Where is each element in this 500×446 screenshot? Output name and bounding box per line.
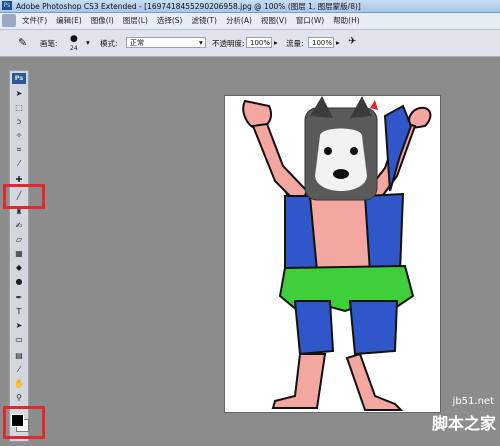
mode-label: 模式: [100, 39, 118, 48]
gradient-tool-icon[interactable]: ▦ [13, 249, 25, 259]
hand-tool-icon[interactable]: ✋ [13, 379, 25, 389]
watermark-brand: 脚本之家 [431, 414, 496, 433]
brush-tool-highlight [3, 184, 45, 209]
color-swatch-highlight [3, 406, 45, 439]
path-selection-tool-icon[interactable]: ➤ [13, 321, 25, 331]
menu-image[interactable]: 图像(I) [91, 15, 114, 26]
pen-tool-icon[interactable]: ✒ [13, 293, 25, 303]
brush-label: 画笔: [40, 39, 58, 48]
menu-help[interactable]: 帮助(H) [333, 15, 360, 26]
airbrush-icon[interactable]: ✈ [348, 36, 356, 47]
eyedropper-3d-tool-icon[interactable]: ⁄ [13, 365, 25, 375]
ps-logo-icon [2, 14, 16, 27]
watermark: jb51.net 脚本之家 [412, 396, 500, 446]
menu-filter[interactable]: 滤镜(T) [192, 15, 217, 26]
flow-input[interactable]: 100% [308, 37, 334, 48]
opacity-input[interactable]: 100% [246, 37, 272, 48]
marquee-tool-icon[interactable]: ⬚ [13, 103, 25, 113]
mode-dropdown-icon[interactable]: ▾ [199, 38, 203, 47]
history-brush-tool-icon[interactable]: ✍ [13, 221, 25, 231]
quick-selection-tool-icon[interactable]: ✧ [13, 131, 25, 141]
move-tool-icon[interactable]: ➤ [13, 89, 25, 99]
tools-panel: Ps ➤ ⬚ ↄ ✧ ⌗ ⁄ ✚ ╱ ♜ ✍ ▱ ▦ ◆ ● ✒ T ➤ ▭ ▤… [9, 70, 29, 442]
brush-tool-icon[interactable]: ✎ [18, 36, 27, 49]
brush-preview-icon[interactable]: ● [70, 34, 78, 44]
window-title: Adobe Photoshop CS3 Extended - [16974184… [16, 2, 361, 11]
menu-window[interactable]: 窗口(W) [296, 15, 324, 26]
menu-file[interactable]: 文件(F) [22, 15, 47, 26]
artwork [242, 96, 432, 411]
menu-select[interactable]: 选择(S) [157, 15, 183, 26]
dodge-tool-icon[interactable]: ● [13, 277, 25, 287]
eyedropper-tool-icon[interactable]: ⁄ [13, 159, 25, 169]
flow-label: 流量: [286, 39, 304, 48]
opacity-label: 不透明度: [212, 39, 245, 48]
brush-dropdown-icon[interactable]: ▾ [86, 38, 90, 47]
zoom-tool-icon[interactable]: ⚲ [13, 393, 25, 403]
type-tool-icon[interactable]: T [13, 307, 25, 317]
lasso-tool-icon[interactable]: ↄ [13, 117, 25, 127]
eraser-tool-icon[interactable]: ▱ [13, 235, 25, 245]
opacity-dropdown-icon[interactable]: ▸ [274, 38, 278, 47]
notes-tool-icon[interactable]: ▤ [13, 351, 25, 361]
menu-analysis[interactable]: 分析(A) [226, 15, 252, 26]
watermark-site: jb51.net [452, 396, 494, 407]
mode-select[interactable]: 正常 [126, 37, 206, 48]
menu-view[interactable]: 视图(V) [261, 15, 287, 26]
menu-layer[interactable]: 图层(L) [123, 15, 148, 26]
menu-edit[interactable]: 编辑(E) [56, 15, 82, 26]
flow-dropdown-icon[interactable]: ▸ [336, 38, 340, 47]
title-bar: Ps Adobe Photoshop CS3 Extended - [16974… [0, 0, 500, 13]
shape-tool-icon[interactable]: ▭ [13, 335, 25, 345]
brush-size: 24 [70, 45, 78, 52]
app-icon: Ps [2, 1, 12, 10]
crop-tool-icon[interactable]: ⌗ [13, 145, 25, 155]
document-canvas[interactable] [224, 95, 441, 413]
blur-tool-icon[interactable]: ◆ [13, 263, 25, 273]
toolbar-ps-badge: Ps [12, 73, 26, 84]
options-bar: ✎ 画笔: ● 24 ▾ 模式: 正常 ▾ 不透明度: 100% ▸ 流量: 1… [0, 30, 500, 57]
menu-bar: 文件(F) 编辑(E) 图像(I) 图层(L) 选择(S) 滤镜(T) 分析(A… [0, 13, 500, 30]
